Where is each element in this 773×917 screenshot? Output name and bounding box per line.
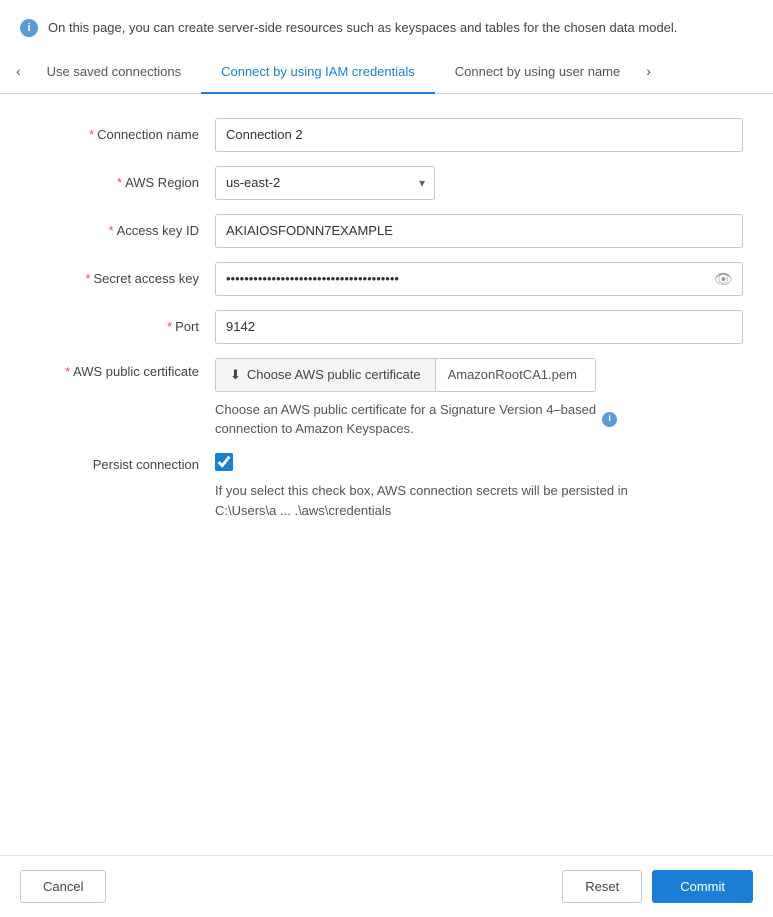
access-key-id-row: *Access key ID <box>30 214 743 248</box>
cert-button-label: Choose AWS public certificate <box>247 367 421 382</box>
info-icon: i <box>20 19 38 37</box>
footer-left: Cancel <box>20 870 106 903</box>
commit-button[interactable]: Commit <box>652 870 753 903</box>
access-key-id-label: *Access key ID <box>30 223 215 238</box>
choose-cert-button[interactable]: ⬇ Choose AWS public certificate <box>215 358 436 392</box>
required-star-port: * <box>167 319 172 334</box>
required-star-secret: * <box>85 271 90 286</box>
connection-name-input[interactable] <box>215 118 743 152</box>
form-area: *Connection name *AWS Region us-east-2 u… <box>0 94 773 856</box>
secret-access-key-row: *Secret access key 👁 <box>30 262 743 296</box>
persist-checkbox[interactable] <box>215 453 233 471</box>
footer-right: Reset Commit <box>562 870 753 903</box>
persist-connection-row: Persist connection If you select this ch… <box>30 453 743 523</box>
port-input[interactable] <box>215 310 743 344</box>
required-star-cert: * <box>65 364 70 379</box>
required-star-region: * <box>117 175 122 190</box>
cert-info-icon[interactable]: i <box>602 412 617 427</box>
connection-name-row: *Connection name <box>30 118 743 152</box>
access-key-id-input[interactable] <box>215 214 743 248</box>
required-star-key: * <box>109 223 114 238</box>
footer-bar: Cancel Reset Commit <box>0 855 773 917</box>
tab-username[interactable]: Connect by using user name <box>435 50 640 93</box>
persist-label: Persist connection <box>30 453 215 472</box>
cert-right-section: ⬇ Choose AWS public certificate AmazonRo… <box>215 358 743 439</box>
reset-button[interactable]: Reset <box>562 870 642 903</box>
aws-region-select-wrapper: us-east-2 us-east-1 us-west-1 us-west-2 … <box>215 166 435 200</box>
tabs-bar: ‹ Use saved connections Connect by using… <box>0 50 773 94</box>
cert-description: Choose an AWS public certificate for a S… <box>215 400 743 439</box>
port-row: *Port <box>30 310 743 344</box>
tab-saved-connections[interactable]: Use saved connections <box>27 50 201 93</box>
info-banner: i On this page, you can create server-si… <box>0 0 773 50</box>
cert-filename: AmazonRootCA1.pem <box>436 358 596 392</box>
secret-access-key-input[interactable] <box>215 262 743 296</box>
aws-region-row: *AWS Region us-east-2 us-east-1 us-west-… <box>30 166 743 200</box>
banner-text: On this page, you can create server-side… <box>48 18 677 38</box>
port-label: *Port <box>30 319 215 334</box>
secret-access-key-label: *Secret access key <box>30 271 215 286</box>
required-star-name: * <box>89 127 94 142</box>
cert-controls: ⬇ Choose AWS public certificate AmazonRo… <box>215 358 743 392</box>
download-icon: ⬇ <box>230 367 241 383</box>
aws-cert-label: *AWS public certificate <box>30 358 215 379</box>
connection-name-label: *Connection name <box>30 127 215 142</box>
tab-next-arrow[interactable]: › <box>640 63 657 79</box>
persist-description: If you select this check box, AWS connec… <box>215 481 743 523</box>
cert-desc-text: Choose an AWS public certificate for a S… <box>215 400 596 439</box>
cancel-button[interactable]: Cancel <box>20 870 106 903</box>
persist-right-section: If you select this check box, AWS connec… <box>215 453 743 523</box>
aws-cert-row: *AWS public certificate ⬇ Choose AWS pub… <box>30 358 743 439</box>
aws-region-select[interactable]: us-east-2 us-east-1 us-west-1 us-west-2 … <box>215 166 435 200</box>
secret-key-wrapper: 👁 <box>215 262 743 296</box>
aws-region-label: *AWS Region <box>30 175 215 190</box>
tab-iam-credentials[interactable]: Connect by using IAM credentials <box>201 50 435 93</box>
eye-icon[interactable]: 👁 <box>714 270 733 288</box>
tab-prev-arrow[interactable]: ‹ <box>10 63 27 79</box>
